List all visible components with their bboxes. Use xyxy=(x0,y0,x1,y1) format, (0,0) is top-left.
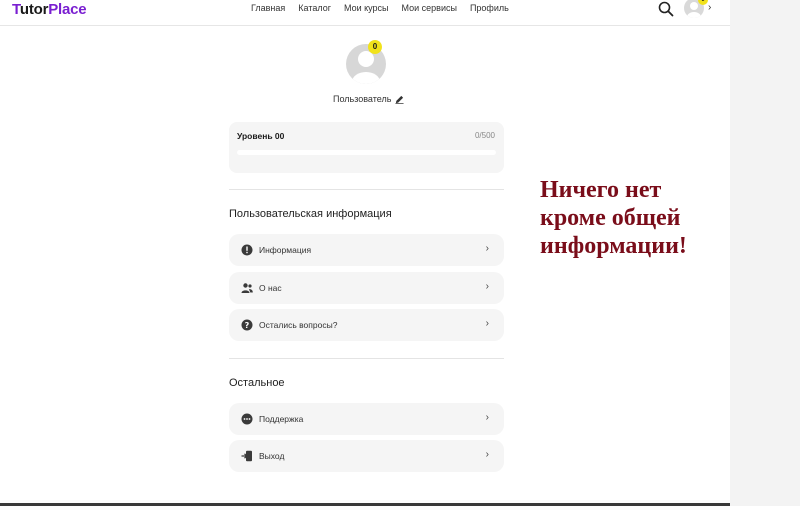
level-title: Уровень 00 xyxy=(237,131,285,141)
svg-text:?: ? xyxy=(245,321,250,330)
menu-item-label: О нас xyxy=(259,283,282,293)
question-icon: ? xyxy=(241,319,253,331)
people-icon xyxy=(241,283,253,293)
nav-catalog[interactable]: Каталог xyxy=(298,3,331,13)
chevron-right-icon: › xyxy=(485,243,489,254)
menu-item-info[interactable]: Информация › xyxy=(229,234,504,266)
profile-badge: 0 xyxy=(368,40,382,54)
pencil-icon[interactable] xyxy=(395,95,404,104)
exit-icon xyxy=(241,450,252,462)
section-title-user-info: Пользовательская информация xyxy=(229,208,392,220)
nav-my-courses[interactable]: Мои курсы xyxy=(344,3,389,13)
divider xyxy=(229,358,504,359)
menu-item-logout[interactable]: Выход › xyxy=(229,440,504,472)
chevron-right-icon: › xyxy=(485,318,489,329)
level-points: 0/500 xyxy=(474,131,495,140)
menu-item-support[interactable]: Поддержка › xyxy=(229,403,504,435)
username-row: Пользователь xyxy=(333,94,404,104)
menu-item-label: Выход xyxy=(259,451,285,461)
level-progress-bar xyxy=(237,150,496,155)
header-avatar-badge: 0 xyxy=(698,0,708,5)
page-side-background xyxy=(730,0,800,506)
search-icon[interactable] xyxy=(658,1,674,17)
main-nav: Главная Каталог Мои курсы Мои сервисы Пр… xyxy=(251,3,522,13)
nav-profile[interactable]: Профиль xyxy=(470,3,509,13)
logo-place: Place xyxy=(48,1,87,18)
top-header: TutorPlace Главная Каталог Мои курсы Мои… xyxy=(0,0,730,26)
info-icon xyxy=(241,244,253,256)
chat-icon xyxy=(241,413,253,425)
chevron-right-icon: › xyxy=(485,412,489,423)
nav-my-services[interactable]: Мои сервисы xyxy=(402,3,457,13)
menu-item-questions[interactable]: ? Остались вопросы? › xyxy=(229,309,504,341)
menu-item-label: Остались вопросы? xyxy=(259,320,338,330)
level-card: Уровень 00 0/500 xyxy=(229,122,504,173)
menu-item-label: Поддержка xyxy=(259,414,304,424)
annotation-note: Ничего нет кроме общей информации! xyxy=(540,177,687,259)
logo-utor: utor xyxy=(19,1,49,18)
logo-t: T xyxy=(12,1,20,18)
menu-item-label: Информация xyxy=(259,245,312,255)
menu-item-about[interactable]: О нас › xyxy=(229,272,504,304)
chevron-right-icon: › xyxy=(485,449,489,460)
divider xyxy=(229,189,504,190)
username: Пользователь xyxy=(333,94,392,104)
chevron-right-icon[interactable]: › xyxy=(708,2,711,13)
chevron-right-icon: › xyxy=(485,281,489,292)
logo[interactable]: TutorPlace xyxy=(12,1,87,18)
nav-home[interactable]: Главная xyxy=(251,3,285,13)
section-title-other: Остальное xyxy=(229,377,285,389)
